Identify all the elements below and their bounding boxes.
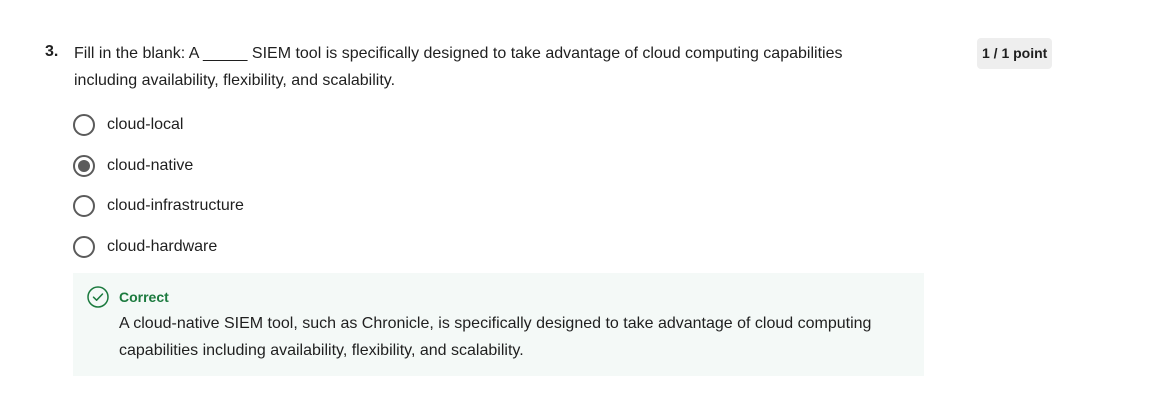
quiz-question: 3. Fill in the blank: A _____ SIEM tool … bbox=[0, 0, 1174, 411]
option-cloud-local[interactable]: cloud-local bbox=[73, 113, 244, 137]
question-number: 3. bbox=[45, 43, 59, 60]
feedback-status: Correct bbox=[119, 289, 169, 305]
radio-button[interactable] bbox=[73, 154, 95, 177]
option-label: cloud-native bbox=[107, 156, 194, 174]
check-circle-icon bbox=[87, 286, 109, 308]
option-label: cloud-infrastructure bbox=[107, 197, 244, 214]
question-text: Fill in the blank: A _____ SIEM tool is … bbox=[74, 45, 843, 89]
option-label: cloud-local bbox=[107, 116, 184, 133]
feedback-panel: Correct A cloud-native SIEM tool, such a… bbox=[73, 273, 924, 376]
points-badge: 1 / 1 point bbox=[977, 38, 1053, 69]
radio-button[interactable] bbox=[73, 235, 95, 258]
option-cloud-infrastructure[interactable]: cloud-infrastructure bbox=[73, 194, 244, 218]
radio-button[interactable] bbox=[73, 114, 95, 136]
answer-options: cloud-local cloud-native cloud-infrastru… bbox=[73, 113, 244, 275]
option-cloud-hardware[interactable]: cloud-hardware bbox=[73, 235, 244, 259]
option-cloud-native[interactable]: cloud-native bbox=[73, 154, 244, 178]
radio-button[interactable] bbox=[73, 195, 95, 217]
option-label: cloud-hardware bbox=[107, 237, 218, 255]
feedback-explanation: A cloud-native SIEM tool, such as Chroni… bbox=[119, 315, 872, 359]
